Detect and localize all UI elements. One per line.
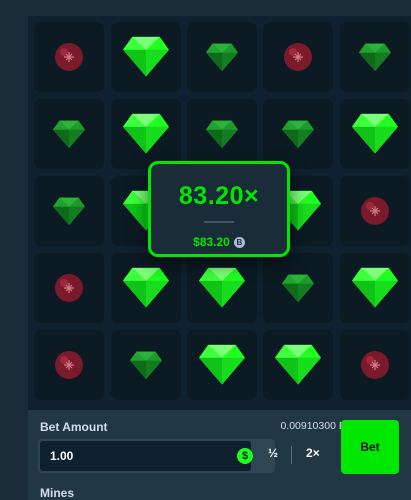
mine-tile[interactable] xyxy=(263,330,333,400)
win-payout: $83.20 xyxy=(193,235,230,249)
gem-icon xyxy=(352,114,398,154)
bomb-icon xyxy=(55,43,83,71)
mine-tile[interactable] xyxy=(187,22,257,92)
double-bet-button[interactable]: 2× xyxy=(306,446,320,460)
mine-tile[interactable] xyxy=(111,253,181,323)
gem-icon xyxy=(123,37,169,77)
mine-tile[interactable] xyxy=(34,253,104,323)
mine-tile[interactable] xyxy=(187,253,257,323)
mine-tile[interactable] xyxy=(34,176,104,246)
bomb-icon xyxy=(284,43,312,71)
gem-icon xyxy=(130,351,162,379)
mine-tile[interactable] xyxy=(263,253,333,323)
mine-tile[interactable] xyxy=(263,22,333,92)
gem-icon xyxy=(359,43,391,71)
gem-icon xyxy=(275,345,321,385)
mine-tile[interactable] xyxy=(111,99,181,169)
half-bet-button[interactable]: ½ xyxy=(268,446,278,460)
bet-input-group: 1.00 $ xyxy=(38,439,275,473)
gem-icon xyxy=(123,114,169,154)
win-payout-row: $83.20 B xyxy=(151,235,287,249)
mine-tile[interactable] xyxy=(340,99,410,169)
gem-icon xyxy=(206,120,238,148)
button-separator xyxy=(291,446,292,464)
popup-divider xyxy=(204,221,234,223)
gem-icon xyxy=(123,268,169,308)
mine-tile[interactable] xyxy=(340,253,410,323)
bomb-icon xyxy=(361,351,389,379)
bet-panel: Bet Amount 0.00910300 BCH 1.00 $ ½ 2× Be… xyxy=(28,410,411,500)
mines-label: Mines xyxy=(40,486,75,500)
mine-tile[interactable] xyxy=(187,330,257,400)
mine-tile[interactable] xyxy=(34,330,104,400)
mine-tile[interactable] xyxy=(111,330,181,400)
gem-icon xyxy=(53,197,85,225)
win-multiplier: 83.20× xyxy=(178,182,260,210)
dollar-icon: $ xyxy=(237,448,253,464)
mine-tile[interactable] xyxy=(340,330,410,400)
mine-tile[interactable] xyxy=(263,99,333,169)
bitcoin-icon: B xyxy=(233,236,245,248)
gem-icon xyxy=(206,43,238,71)
bomb-icon xyxy=(55,351,83,379)
mine-tile[interactable] xyxy=(111,22,181,92)
bet-amount-input[interactable]: 1.00 xyxy=(40,441,251,471)
gem-icon xyxy=(199,345,245,385)
gem-icon xyxy=(53,120,85,148)
win-popup: 83.20× $83.20 B xyxy=(148,161,290,257)
mine-tile[interactable] xyxy=(340,22,410,92)
gem-icon xyxy=(282,120,314,148)
mine-tile[interactable] xyxy=(187,99,257,169)
gem-icon xyxy=(352,268,398,308)
bomb-icon xyxy=(361,197,389,225)
gem-icon xyxy=(282,274,314,302)
bomb-icon xyxy=(55,274,83,302)
bet-amount-label: Bet Amount xyxy=(40,420,108,434)
gem-icon xyxy=(199,268,245,308)
mine-tile[interactable] xyxy=(34,22,104,92)
bet-button[interactable]: Bet xyxy=(341,420,399,474)
mine-tile[interactable] xyxy=(34,99,104,169)
mine-tile[interactable] xyxy=(340,176,410,246)
